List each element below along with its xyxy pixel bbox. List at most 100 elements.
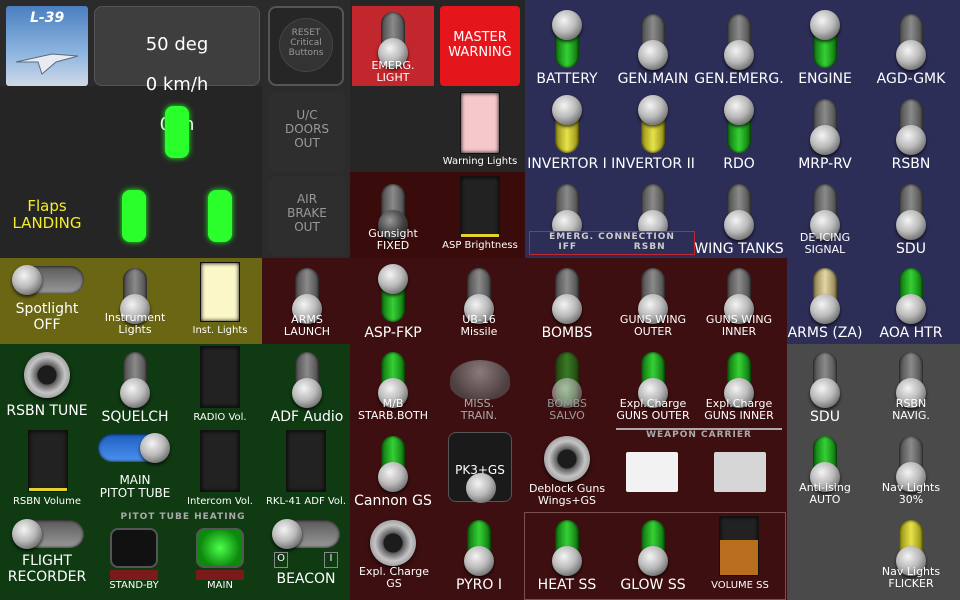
main-heating-indicator: [196, 570, 244, 580]
intercom-vol-label: Intercom Vol.: [187, 496, 253, 507]
rsbn-volume-slider[interactable]: [28, 430, 68, 492]
rsbn-toggle[interactable]: RSBN: [870, 95, 952, 179]
master-warning-button[interactable]: MASTER WARNING: [440, 6, 520, 86]
app-logo: L-39: [6, 6, 88, 86]
warning-lights-slider[interactable]: [460, 92, 500, 154]
main-heating-button[interactable]: [196, 528, 244, 568]
sdu-top-toggle[interactable]: SDU: [870, 180, 952, 264]
instrument-lights-toggle[interactable]: Instrument Lights: [94, 264, 176, 348]
weapon-carrier-title: WEAPON CARRIER: [616, 428, 782, 442]
standby-indicator: [110, 570, 158, 580]
asp-brightness-label: ASP Brightness: [442, 240, 518, 251]
cannon-gs-toggle[interactable]: Cannon GS: [352, 432, 434, 516]
guns-wing-outer-toggle[interactable]: GUNS WING OUTER: [612, 264, 694, 348]
rsbn-volume-label: RSBN Volume: [12, 496, 81, 507]
gunsight-label: Gunsight FIXED: [368, 227, 418, 253]
inst-lights-slider[interactable]: [200, 262, 240, 322]
rkl-vol-slider[interactable]: [286, 430, 326, 492]
volume-ss-slider[interactable]: [719, 516, 759, 576]
intercom-vol-slider[interactable]: [200, 430, 240, 492]
nav-lights-label: Nav Lights 30%: [881, 481, 941, 507]
mrp-rv-toggle[interactable]: MRP-RV: [784, 95, 866, 179]
emerg-light-label: EMERG. LIGHT: [371, 59, 415, 85]
flaps-label: Flaps LANDING: [12, 197, 82, 232]
asp-brightness-slider[interactable]: [460, 176, 500, 238]
sdu-toggle[interactable]: SDU: [784, 348, 866, 432]
weapon-carrier-left[interactable]: [626, 452, 678, 492]
agd-gmk-toggle[interactable]: AGD-GMK: [870, 10, 952, 94]
invertor-1-toggle[interactable]: INVERTOR I: [526, 95, 608, 179]
rsbn-tune-knob[interactable]: [24, 352, 70, 398]
invertor-2-toggle[interactable]: INVERTOR II: [611, 95, 695, 179]
wing-tanks-toggle[interactable]: WING TANKS: [694, 180, 784, 264]
pyro-toggle[interactable]: PYRO I: [438, 516, 520, 600]
asp-fkp-toggle[interactable]: ASP-FKP: [352, 264, 434, 348]
guns-wing-inner-toggle[interactable]: GUNS WING INNER: [698, 264, 780, 348]
expl-guns-inner-toggle[interactable]: Expl.Charge GUNS INNER: [698, 348, 780, 432]
weapon-carrier-right[interactable]: [714, 452, 766, 492]
spotlight-switch[interactable]: [12, 265, 84, 295]
deblock-guns-knob[interactable]: [544, 436, 590, 482]
volume-ss-label: VOLUME SS: [711, 580, 769, 591]
anti-ising-toggle[interactable]: Anti-ising AUTO: [784, 432, 866, 516]
inst-lights-label: Inst. Lights: [192, 325, 248, 336]
bombs-salvo-toggle[interactable]: BOMBS SALVO: [526, 348, 608, 432]
aoa-htr-label: AOA HTR: [879, 325, 943, 341]
flaps-angle: 50 deg: [145, 34, 209, 55]
bombs-toggle[interactable]: BOMBS: [526, 264, 608, 348]
adf-audio-toggle[interactable]: ADF Audio: [266, 348, 348, 432]
glow-ss-toggle[interactable]: GLOW SS: [612, 516, 694, 600]
emerg-iff-label: IFF: [558, 242, 578, 252]
main-heating-label: MAIN: [207, 580, 233, 591]
pk3-gs-button[interactable]: PK3+GS: [448, 432, 512, 503]
expl-guns-outer-toggle[interactable]: Expl.Charge GUNS OUTER: [612, 348, 694, 432]
radio-vol-label: RADIO Vol.: [193, 412, 247, 423]
aoa-htr-toggle[interactable]: AOA HTR: [870, 264, 952, 348]
rsbn-label: RSBN: [891, 156, 931, 172]
squelch-label: SQUELCH: [101, 409, 169, 425]
beacon-off-label: O: [274, 552, 288, 568]
de-icing-toggle[interactable]: DE-ICING SIGNAL: [784, 180, 866, 264]
cannon-gs-label: Cannon GS: [354, 493, 432, 509]
beacon-on-label: I: [324, 552, 338, 568]
cockpit-panel: { "app": {"logo_text": "L-39"}, "readout…: [0, 0, 960, 600]
ub16-toggle[interactable]: UB-16 Missile: [438, 264, 520, 348]
beacon-label: BEACON: [276, 571, 336, 587]
reset-button[interactable]: RESET Critical Buttons: [268, 6, 344, 86]
nav-lights-toggle[interactable]: Nav Lights 30%: [870, 432, 952, 516]
expl-charge-gs-knob[interactable]: [370, 520, 416, 566]
gen-main-toggle[interactable]: GEN.MAIN: [612, 10, 694, 94]
gear-right-light: [208, 190, 232, 242]
rdo-toggle[interactable]: RDO: [698, 95, 780, 179]
battery-toggle[interactable]: BATTERY: [526, 10, 608, 94]
arms-za-toggle[interactable]: ARMS (ZA): [784, 264, 866, 348]
jet-icon: [15, 53, 79, 75]
speed: 0 km/h: [145, 74, 209, 95]
main-pitot-switch[interactable]: [98, 433, 170, 463]
emerg-rsbn-label: RSBN: [633, 242, 666, 252]
rsbn-navig-toggle[interactable]: RSBN NAVIG.: [870, 348, 952, 432]
arms-launch-toggle[interactable]: ARMS LAUNCH: [266, 264, 348, 348]
pitot-heating-title: PITOT TUBE HEATING: [120, 512, 246, 522]
engine-toggle[interactable]: ENGINE: [784, 10, 866, 94]
squelch-toggle[interactable]: SQUELCH: [94, 348, 176, 432]
gen-emerg-toggle[interactable]: GEN.EMERG.: [694, 10, 784, 94]
standby-button[interactable]: [110, 528, 158, 568]
gunsight-toggle[interactable]: Gunsight FIXED: [352, 180, 434, 264]
standby-label: STAND-BY: [109, 580, 159, 591]
miss-train-switch[interactable]: [450, 360, 510, 400]
heat-ss-toggle[interactable]: HEAT SS: [526, 516, 608, 600]
agd-gmk-label: AGD-GMK: [876, 71, 946, 87]
mb-toggle[interactable]: M/B STARB.BOTH: [352, 348, 434, 432]
mb-label: M/B STARB.BOTH: [357, 397, 429, 423]
rkl-vol-label: RKL-41 ADF Vol.: [265, 496, 347, 507]
flight-recorder-switch[interactable]: [12, 519, 84, 549]
sdu-top-label: SDU: [896, 241, 926, 257]
reset-label: RESET Critical Buttons: [288, 28, 324, 58]
logo-text: L-39: [30, 10, 65, 26]
warning-lights-label: Warning Lights: [442, 156, 518, 167]
beacon-switch[interactable]: [272, 519, 340, 549]
radio-vol-slider[interactable]: [200, 346, 240, 408]
nav-flicker-toggle[interactable]: Nav Lights FLICKER: [870, 516, 952, 600]
emerg-light-toggle[interactable]: EMERG. LIGHT: [352, 8, 434, 92]
